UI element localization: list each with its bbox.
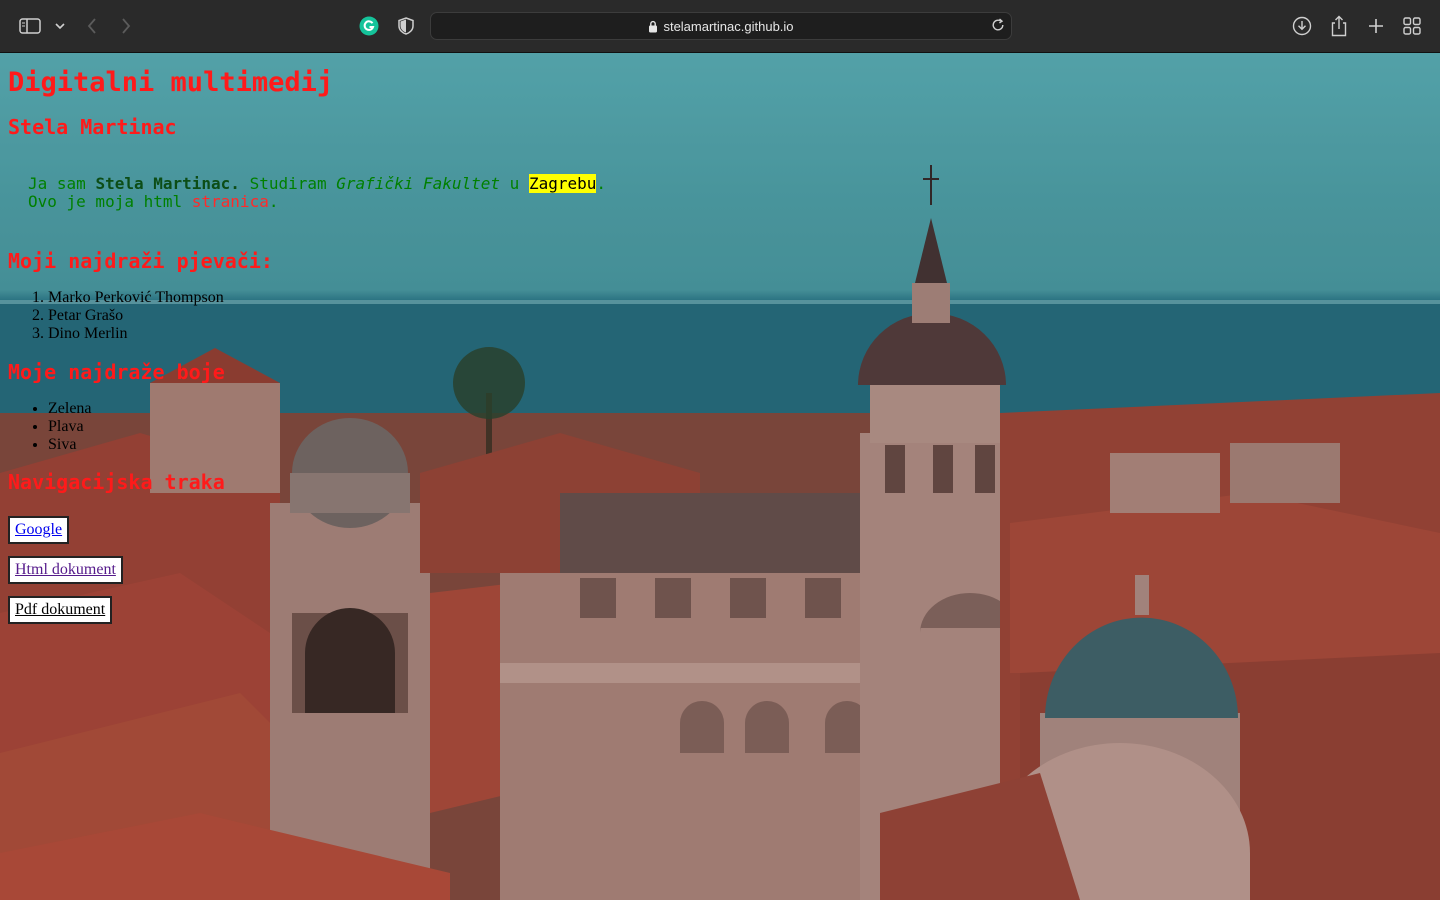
reload-icon[interactable] xyxy=(991,18,1005,35)
intro-text: Ja sam xyxy=(28,174,96,193)
share-icon[interactable] xyxy=(1327,14,1351,38)
nav-link-google-text[interactable]: Google xyxy=(15,521,62,538)
address-bar[interactable]: stelamartinac.github.io xyxy=(430,12,1012,40)
browser-toolbar: stelamartinac.github.io xyxy=(0,0,1440,53)
intro-text: Studiram xyxy=(239,174,337,193)
lock-icon xyxy=(648,20,658,33)
web-page: Digitalni multimedij Stela Martinac Ja s… xyxy=(0,53,1440,900)
intro-text: . xyxy=(268,192,279,211)
list-item: Siva xyxy=(48,436,92,454)
forward-icon[interactable] xyxy=(114,14,138,38)
intro-faculty: Grafički Fakultet xyxy=(336,174,501,193)
chevron-down-icon[interactable] xyxy=(48,14,72,38)
intro-page-word: stranica xyxy=(191,192,269,211)
url-text: stelamartinac.github.io xyxy=(663,18,794,34)
singers-list: Marko Perković Thompson Petar Grašo Dino… xyxy=(8,289,224,343)
intro-text: u xyxy=(500,174,529,193)
downloads-icon[interactable] xyxy=(1290,14,1314,38)
nav-link-html-text[interactable]: Html dokument xyxy=(15,561,116,578)
list-item: Petar Grašo xyxy=(48,307,224,325)
privacy-shield-icon[interactable] xyxy=(394,14,418,38)
sidebar-toggle-icon[interactable] xyxy=(18,14,42,38)
nav-link-pdf[interactable]: Pdf dokument xyxy=(8,596,113,624)
intro-text: . xyxy=(596,174,607,193)
author-heading: Stela Martinac xyxy=(8,115,177,139)
page-title: Digitalni multimedij xyxy=(8,67,334,98)
nav-heading: Navigacijska traka xyxy=(8,470,225,494)
intro-name: Stela Martinac. xyxy=(95,174,240,193)
intro-text: Ovo je moja html xyxy=(28,192,192,211)
colors-list: Zelena Plava Siva xyxy=(8,400,92,454)
grammarly-icon[interactable] xyxy=(357,14,381,38)
list-item: Plava xyxy=(48,418,92,436)
tab-overview-icon[interactable] xyxy=(1400,14,1424,38)
intro-city-highlight: Zagrebu xyxy=(528,174,597,193)
list-item: Zelena xyxy=(48,400,92,418)
back-icon[interactable] xyxy=(80,14,104,38)
list-item: Dino Merlin xyxy=(48,325,224,343)
new-tab-icon[interactable] xyxy=(1364,14,1388,38)
nav-link-pdf-text[interactable]: Pdf dokument xyxy=(15,601,105,618)
nav-link-html[interactable]: Html dokument xyxy=(8,556,123,584)
nav-link-google[interactable]: Google xyxy=(8,516,70,544)
intro-paragraph: Ja sam Stela Martinac. Studiram Grafički… xyxy=(28,174,607,211)
colors-heading: Moje najdraže boje xyxy=(8,360,225,384)
singers-heading: Moji najdraži pjevači: xyxy=(8,249,273,273)
list-item: Marko Perković Thompson xyxy=(48,289,224,307)
